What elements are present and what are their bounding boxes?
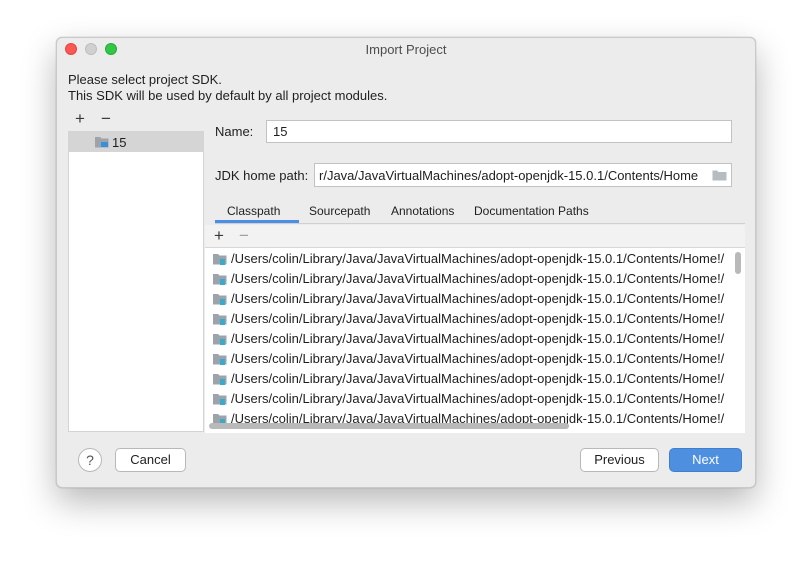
add-sdk-button[interactable]: + [71,110,89,128]
sdk-list-item[interactable]: 15 [69,132,203,152]
classpath-row[interactable]: /Users/colin/Library/Java/JavaVirtualMac… [205,289,733,309]
classpath-row[interactable]: /Users/colin/Library/Java/JavaVirtualMac… [205,389,733,409]
classpath-panel: + − /Users/colin/Library/Java/JavaVirtua… [205,225,745,433]
tab-classpath[interactable]: Classpath [227,204,280,218]
previous-button[interactable]: Previous [580,448,659,472]
sdk-list: 15 [68,131,204,432]
classpath-row-path: /Users/colin/Library/Java/JavaVirtualMac… [231,291,725,306]
classpath-row-path: /Users/colin/Library/Java/JavaVirtualMac… [231,351,725,366]
add-classpath-button[interactable]: + [210,227,228,245]
instruction-line-2: This SDK will be used by default by all … [68,88,388,103]
classpath-row[interactable]: /Users/colin/Library/Java/JavaVirtualMac… [205,269,733,289]
browse-folder-button[interactable] [707,164,731,186]
horizontal-scrollbar[interactable] [209,423,569,429]
import-project-dialog: Import Project Please select project SDK… [56,37,756,488]
jar-folder-icon [212,372,228,389]
sdk-folder-icon [94,135,110,152]
name-label: Name: [215,124,254,139]
classpath-row-path: /Users/colin/Library/Java/JavaVirtualMac… [231,331,725,346]
active-tab-indicator [215,220,299,223]
jdk-home-path-field[interactable]: r/Java/JavaVirtualMachines/adopt-openjdk… [314,163,732,187]
jdk-home-path-value: r/Java/JavaVirtualMachines/adopt-openjdk… [319,168,699,183]
classpath-toolbar: + − [205,225,745,247]
tab-annotations[interactable]: Annotations [391,204,454,218]
jar-folder-icon [212,272,228,289]
folder-icon [712,170,727,181]
classpath-row-path: /Users/colin/Library/Java/JavaVirtualMac… [231,371,725,386]
sdk-tabs: Classpath Sourcepath Annotations Documen… [215,200,745,224]
classpath-row-path: /Users/colin/Library/Java/JavaVirtualMac… [231,251,725,266]
jar-folder-icon [212,392,228,409]
classpath-row[interactable]: /Users/colin/Library/Java/JavaVirtualMac… [205,249,733,269]
classpath-row[interactable]: /Users/colin/Library/Java/JavaVirtualMac… [205,329,733,349]
jar-folder-icon [212,312,228,329]
help-button[interactable]: ? [78,448,102,472]
cancel-button[interactable]: Cancel [115,448,186,472]
classpath-row-path: /Users/colin/Library/Java/JavaVirtualMac… [231,391,725,406]
tab-documentation-paths[interactable]: Documentation Paths [474,204,589,218]
classpath-row-path: /Users/colin/Library/Java/JavaVirtualMac… [231,311,725,326]
classpath-row[interactable]: /Users/colin/Library/Java/JavaVirtualMac… [205,349,733,369]
classpath-row[interactable]: /Users/colin/Library/Java/JavaVirtualMac… [205,309,733,329]
name-field[interactable] [266,120,732,143]
next-button[interactable]: Next [669,448,742,472]
jar-folder-icon [212,352,228,369]
sdk-list-item-label: 15 [112,135,127,150]
remove-sdk-button[interactable]: − [97,110,115,128]
classpath-row[interactable]: /Users/colin/Library/Java/JavaVirtualMac… [205,369,733,389]
jar-folder-icon [212,332,228,349]
vertical-scrollbar[interactable] [735,252,741,274]
jdk-home-path-label: JDK home path: [215,168,309,183]
classpath-list: /Users/colin/Library/Java/JavaVirtualMac… [205,247,745,433]
title-bar: Import Project [57,38,755,61]
jar-folder-icon [212,252,228,269]
window-title: Import Project [365,42,447,57]
remove-classpath-button[interactable]: − [235,227,253,245]
jar-folder-icon [212,292,228,309]
classpath-row-path: /Users/colin/Library/Java/JavaVirtualMac… [231,271,725,286]
tab-sourcepath[interactable]: Sourcepath [309,204,370,218]
instruction-line-1: Please select project SDK. [68,72,222,87]
